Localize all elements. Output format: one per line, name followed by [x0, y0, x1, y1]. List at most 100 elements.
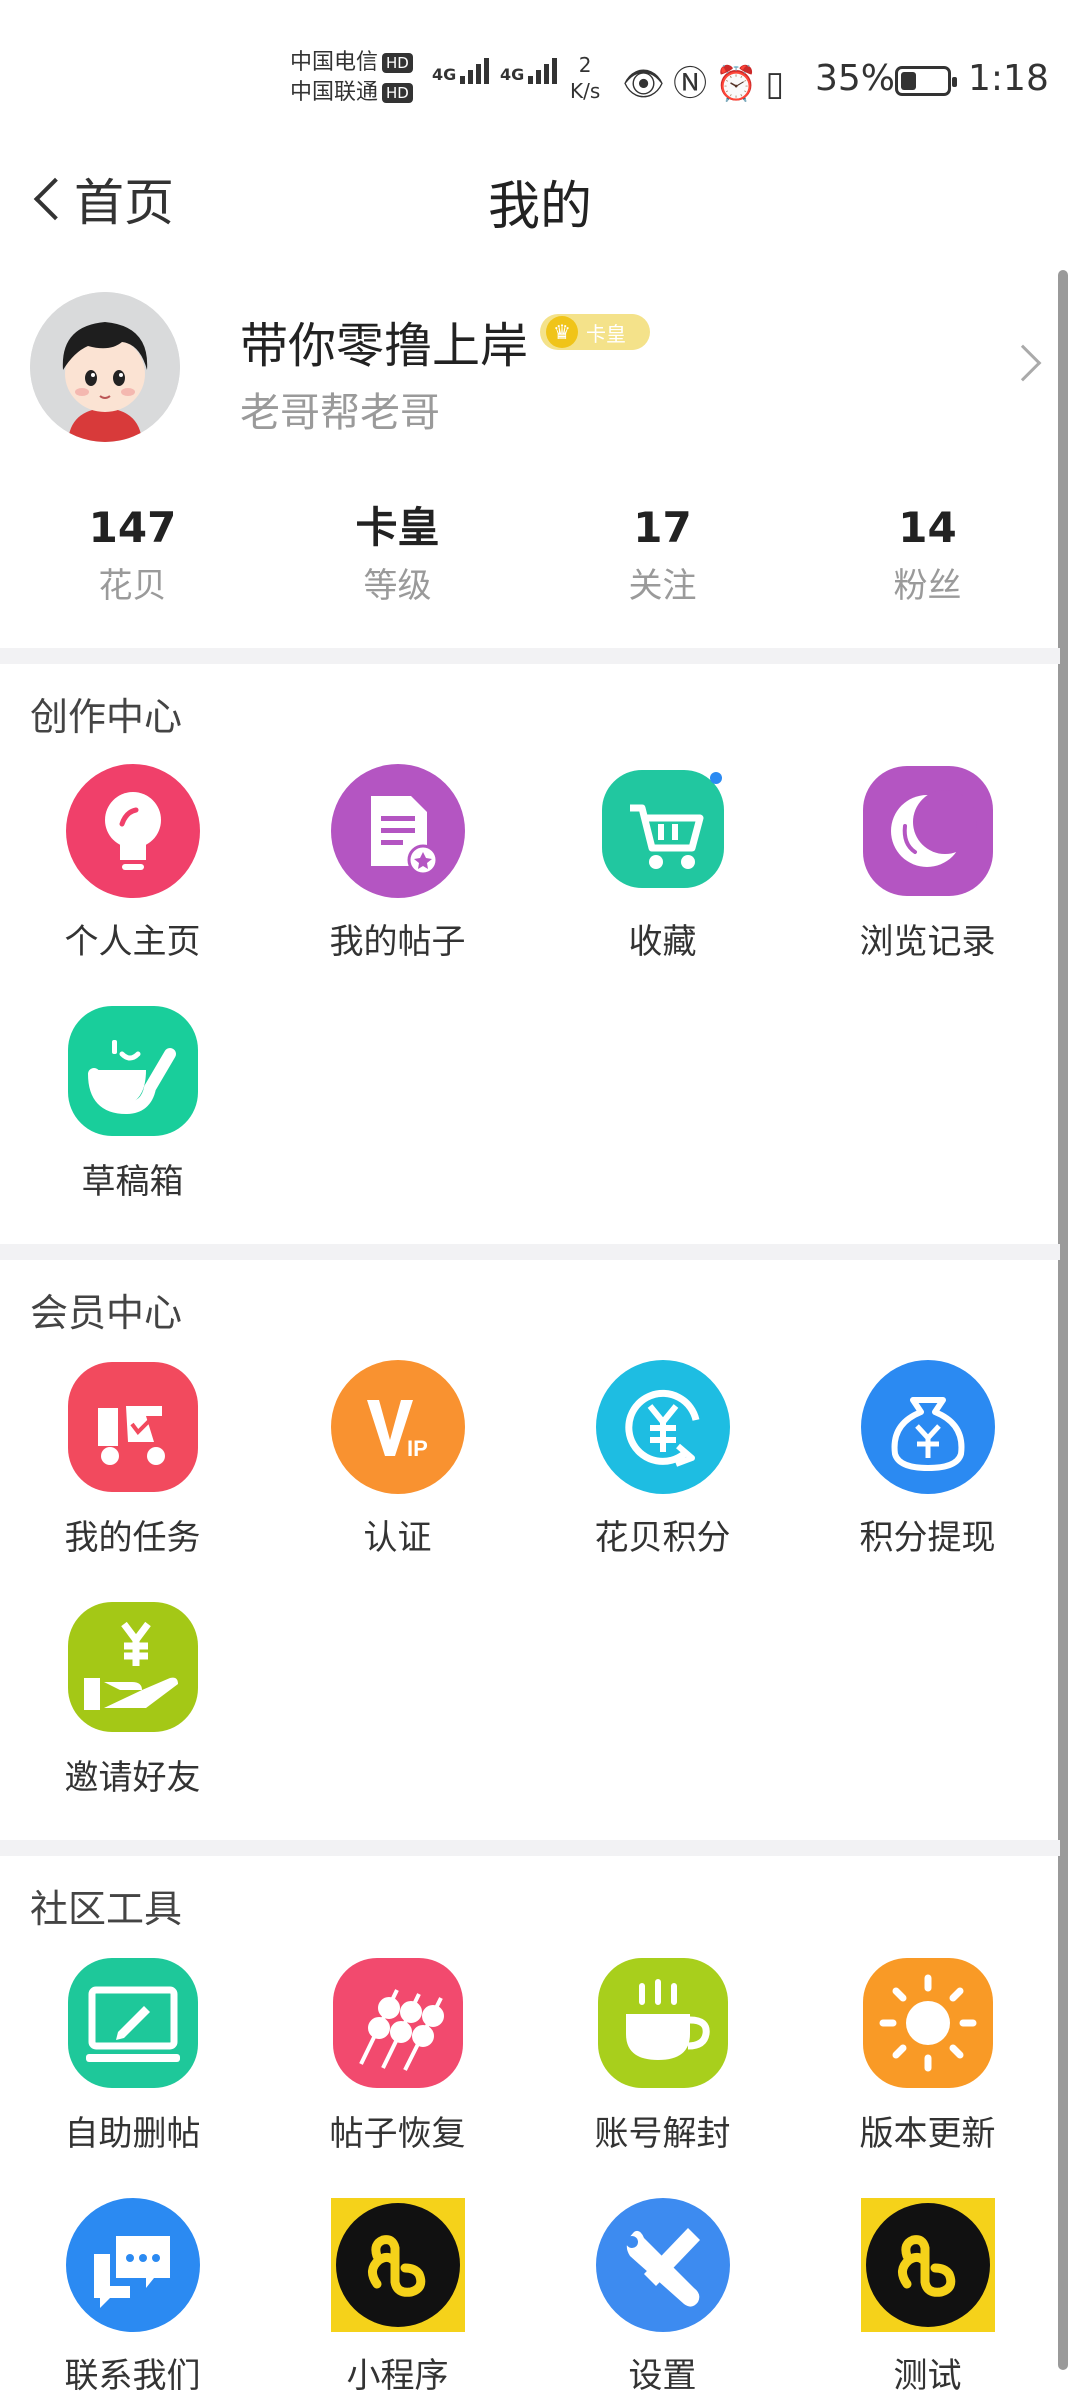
menu-item-label: 我的任务 — [64, 1518, 201, 1558]
sun-icon — [863, 1958, 993, 2088]
hd-badge: HD — [382, 83, 413, 103]
menu-item-label: 花贝积分 — [594, 1518, 731, 1558]
menu-item-verification[interactable]: IP 认证 — [265, 1360, 530, 1580]
stat-coins[interactable]: 147 花贝 — [0, 500, 265, 630]
stat-label: 花贝 — [98, 566, 167, 606]
menu-item-contact-us[interactable]: 联系我们 — [0, 2198, 265, 2400]
user-signature: 老哥帮老哥 — [240, 390, 440, 436]
stat-label: 粉丝 — [893, 566, 962, 606]
hand-yuan-icon — [68, 1602, 198, 1732]
avatar[interactable] — [30, 292, 180, 442]
menu-item-label: 收藏 — [628, 922, 697, 962]
menu-item-label: 小程序 — [346, 2356, 449, 2396]
menu-item-test[interactable]: 测试 — [795, 2198, 1060, 2400]
carrier-1: 中国电信 — [290, 50, 379, 75]
nfc-icon: Ⓝ — [673, 64, 716, 104]
scooter-icon — [68, 1362, 198, 1492]
speed-value: 2 — [578, 53, 592, 77]
menu-item-my-posts[interactable]: 我的帖子 — [265, 764, 530, 984]
menu-item-label: 个人主页 — [64, 922, 201, 962]
stat-level[interactable]: 卡皇 等级 — [265, 500, 530, 630]
lightbulb-icon — [66, 764, 200, 898]
battery-icon — [895, 66, 957, 96]
avatar-cartoon-icon — [30, 292, 180, 442]
menu-item-favorites[interactable]: 收藏 — [530, 764, 795, 984]
wrench-screwdriver-icon — [596, 2198, 730, 2332]
stat-value: 卡皇 — [355, 503, 440, 552]
speed-unit: K/s — [570, 79, 601, 103]
stat-value: 14 — [898, 503, 957, 552]
menu-item-label: 联系我们 — [64, 2356, 201, 2396]
profile-header[interactable]: 带你零撸上岸 ♛ 卡皇 老哥帮老哥 — [0, 270, 1060, 460]
menu-item-invite-friends[interactable]: 邀请好友 — [0, 1600, 265, 1820]
menu-item-post-recovery[interactable]: 帖子恢复 — [265, 1956, 530, 2176]
clock: 1:18 — [968, 58, 1049, 99]
menu-item-points-withdraw[interactable]: 积分提现 — [795, 1360, 1060, 1580]
eye-icon: 👁 — [622, 64, 674, 104]
menu-item-drafts[interactable]: 草稿箱 — [0, 1004, 265, 1224]
monitor-pen-icon — [68, 1958, 198, 2088]
network-speed: 2 K/s — [570, 52, 600, 104]
level-badge-label: 卡皇 — [586, 322, 626, 346]
menu-item-label: 草稿箱 — [81, 1162, 184, 1202]
menu-item-label: 积分提现 — [859, 1518, 996, 1558]
menu-item-self-delete-post[interactable]: 自助删帖 — [0, 1956, 265, 2176]
crown-icon: ♛ — [546, 316, 578, 348]
signal-1-icon: 4G — [432, 58, 492, 84]
stat-value: 17 — [633, 503, 692, 552]
status-icons: 👁Ⓝ⏰▯ — [622, 56, 792, 105]
section-divider — [0, 1244, 1060, 1260]
signal-2-icon: 4G — [500, 58, 560, 84]
section-title: 社区工具 — [30, 1887, 183, 1931]
mini-program-icon — [331, 2198, 465, 2332]
pipe-smile-icon — [68, 1006, 198, 1136]
carrier-info: 中国电信 HD 中国联通 HD — [290, 48, 413, 108]
mini-program-icon — [861, 2198, 995, 2332]
menu-item-mini-program[interactable]: 小程序 — [265, 2198, 530, 2400]
menu-item-label: 设置 — [628, 2356, 697, 2396]
menu-item-profile-page[interactable]: 个人主页 — [0, 764, 265, 984]
menu-item-label: 测试 — [893, 2356, 962, 2396]
coffee-cup-icon — [598, 1958, 728, 2088]
document-star-icon — [331, 764, 465, 898]
community-tools-section: 社区工具 自助删帖 帖子恢复 账号解封 版本更新 联系我们 小程序 设置 测试 — [0, 1856, 1060, 2400]
level-badge: ♛ 卡皇 — [540, 314, 650, 350]
menu-item-label: 邀请好友 — [64, 1758, 201, 1798]
creation-center-section: 创作中心 个人主页 我的帖子 收藏 浏览记录 草稿箱 — [0, 664, 1060, 1244]
page-title: 我的 — [487, 177, 592, 237]
menu-item-label: 帖子恢复 — [329, 2114, 466, 2154]
svg-text:IP: IP — [407, 1436, 428, 1461]
menu-item-my-tasks[interactable]: 我的任务 — [0, 1360, 265, 1580]
network-type-1: 4G — [432, 65, 457, 84]
battery-percent: 35% — [815, 58, 896, 99]
menu-item-coin-points[interactable]: 花贝积分 — [530, 1360, 795, 1580]
nav-bar: 首页 我的 — [0, 150, 1080, 250]
section-divider — [0, 648, 1060, 664]
stat-label: 关注 — [628, 566, 697, 606]
section-divider — [0, 1840, 1060, 1856]
menu-item-label: 账号解封 — [594, 2114, 731, 2154]
chevron-right-icon — [1004, 344, 1042, 382]
menu-item-browse-history[interactable]: 浏览记录 — [795, 764, 1060, 984]
stat-following[interactable]: 17 关注 — [530, 500, 795, 630]
carrier-2: 中国联通 — [290, 80, 379, 105]
menu-item-version-update[interactable]: 版本更新 — [795, 1956, 1060, 2176]
skewers-icon — [333, 1958, 463, 2088]
menu-item-account-unban[interactable]: 账号解封 — [530, 1956, 795, 2176]
stats-row: 147 花贝 卡皇 等级 17 关注 14 粉丝 — [0, 500, 1060, 630]
member-center-section: 会员中心 我的任务 IP 认证 花贝积分 积分提现 邀请好友 — [0, 1260, 1060, 1840]
hd-badge: HD — [382, 53, 413, 73]
menu-item-label: 认证 — [363, 1518, 432, 1558]
crescent-moon-icon — [863, 766, 993, 896]
chat-bubbles-icon — [66, 2198, 200, 2332]
menu-item-label: 浏览记录 — [859, 922, 996, 962]
section-title: 会员中心 — [30, 1291, 183, 1335]
network-type-2: 4G — [500, 65, 525, 84]
menu-item-settings[interactable]: 设置 — [530, 2198, 795, 2400]
status-bar: 中国电信 HD 中国联通 HD 4G 4G 2 K/s 👁Ⓝ⏰▯ 35% 1:18 — [0, 0, 1080, 150]
stat-value: 147 — [88, 503, 177, 552]
menu-item-label: 自助删帖 — [64, 2114, 201, 2154]
menu-item-label: 我的帖子 — [329, 922, 466, 962]
stat-label: 等级 — [363, 566, 432, 606]
stat-followers[interactable]: 14 粉丝 — [795, 500, 1060, 630]
